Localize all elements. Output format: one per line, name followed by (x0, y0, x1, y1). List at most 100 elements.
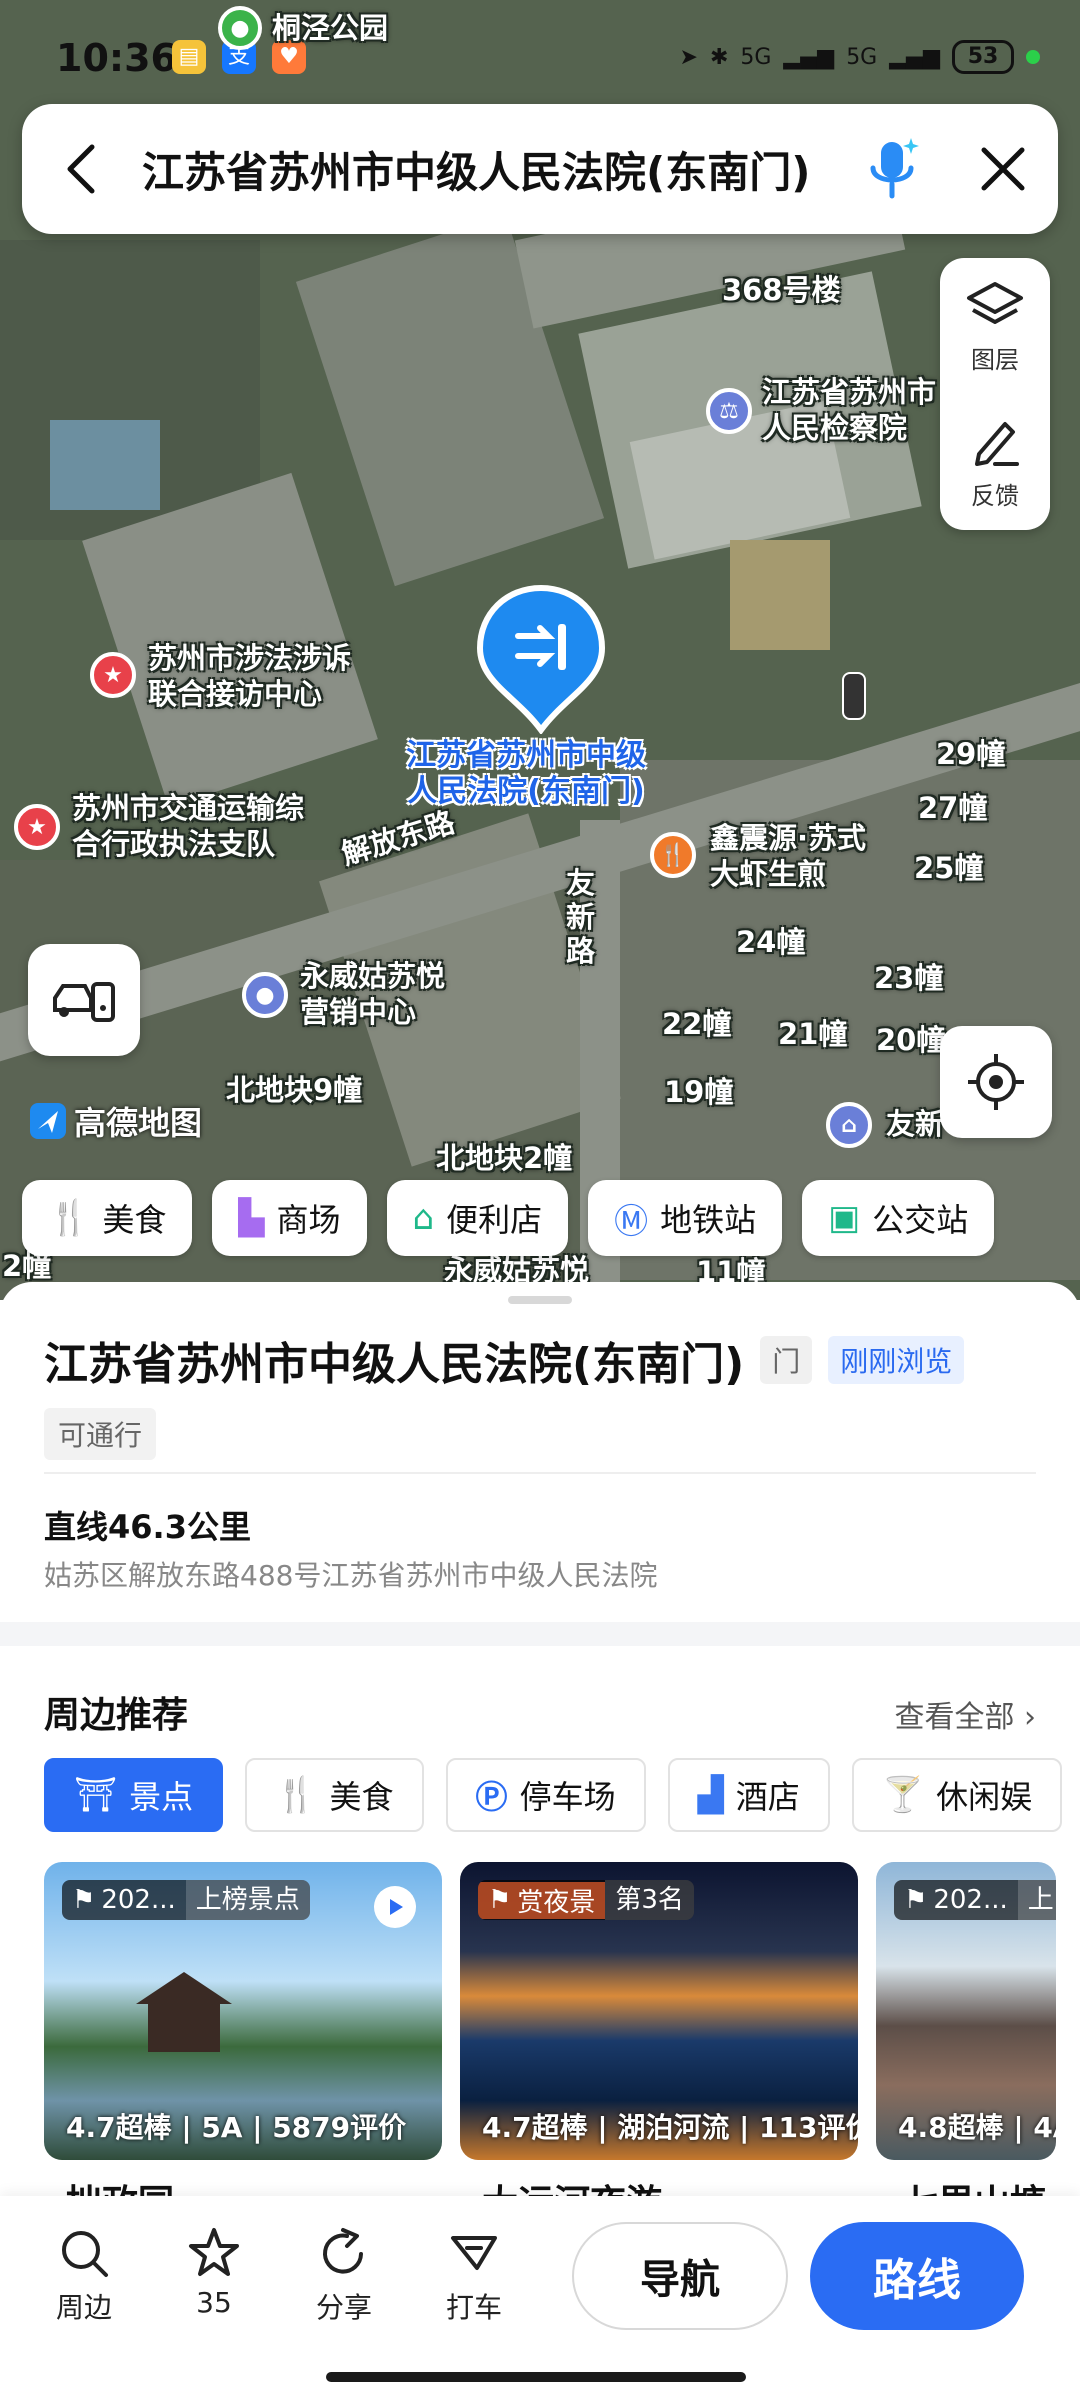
card-badge-a: ⚑ 202... (894, 1885, 1018, 1915)
filter-hotel[interactable]: ▟ 酒店 (667, 1758, 830, 1832)
voice-search-button[interactable] (838, 104, 948, 234)
traffic-button[interactable] (28, 944, 140, 1056)
food-icon: 🍴 (48, 1198, 91, 1238)
youxin-poi-icon[interactable]: ⌂ (826, 1102, 872, 1148)
feedback-button[interactable]: 反馈 (940, 394, 1050, 530)
filter-leisure[interactable]: 🍸 休闲娱 (851, 1758, 1063, 1832)
chip-subway-label: 地铁站 (660, 1201, 757, 1239)
map-label-b27: 27幢 (918, 791, 988, 825)
signal-bars-icon: ▂▄▆ (783, 44, 835, 70)
locate-button[interactable] (940, 1026, 1052, 1138)
section-separator (0, 1622, 1080, 1646)
subway-icon: Ⓜ (614, 1201, 649, 1242)
navigate-button[interactable]: 导航 (572, 2222, 788, 2330)
map-label-youxin-road: 友新路 (566, 866, 596, 968)
taxi-flag-icon (451, 2236, 497, 2270)
route-button[interactable]: 路线 (810, 2222, 1024, 2330)
map-label-procuratorate[interactable]: 江苏省苏州市 人民检察院 (762, 374, 936, 446)
selected-place-marker[interactable] (476, 584, 606, 736)
map-label-restaurant[interactable]: 鑫震源·苏式 大虾生煎 (710, 820, 866, 892)
procuratorate-poi-icon[interactable]: ⚖ (706, 388, 752, 434)
map-label-b23: 23幢 (874, 961, 944, 995)
sheet-drag-handle[interactable] (508, 1296, 572, 1304)
chip-store-label: 便利店 (446, 1201, 543, 1239)
card-badge-a-text: 202... (101, 1885, 176, 1915)
nearby-card[interactable]: ⚑202... 上 4.8超棒 | 4A (876, 1862, 1056, 2160)
map-label-transport[interactable]: 苏州市交通运输综 合行政执法支队 (72, 790, 304, 862)
close-button[interactable] (948, 104, 1058, 234)
status-time: 10:36 (56, 36, 177, 80)
star-icon (189, 2228, 239, 2276)
chevron-right-icon: › (1024, 1700, 1036, 1735)
petition-poi-icon[interactable]: ★ (90, 652, 136, 698)
notes-app-icon: ▤ (172, 40, 206, 74)
card-badge-b: 上榜景点 (185, 1880, 310, 1920)
place-header: 江苏省苏州市中级人民法院(东南门) 门 刚刚浏览 (44, 1328, 965, 1392)
share-button[interactable]: 分享 (294, 2226, 394, 2326)
amap-logo-icon (30, 1103, 66, 1139)
nearby-card[interactable]: ⚑ 赏夜景 第3名 4.7超棒 | 湖泊河流 | 113评价 (460, 1862, 858, 2160)
nearby-nav-button[interactable]: 周边 (34, 2226, 134, 2326)
search-title[interactable]: 江苏省苏州市中级人民法院(东南门) (142, 139, 838, 200)
map-label-yongwei[interactable]: 永威姑苏悦 营销中心 (300, 958, 445, 1030)
share-label: 分享 (315, 2291, 372, 2324)
rank-flag-icon: ⚑ (904, 1885, 928, 1915)
chip-bus[interactable]: ▣ 公交站 (802, 1180, 995, 1256)
transport-poi-icon[interactable]: ★ (14, 804, 60, 850)
taxi-button[interactable]: 打车 (424, 2226, 524, 2326)
map-label-b24: 24幢 (736, 925, 806, 959)
map-label-youxin-partial[interactable]: 友新 (886, 1106, 944, 1142)
filter-food[interactable]: 🍴 美食 (245, 1758, 424, 1832)
leisure-cocktail-icon: 🍸 (881, 1775, 925, 1815)
favorite-button[interactable]: 35 (164, 2226, 264, 2319)
map-label-target[interactable]: 江苏省苏州市中级 人民法院(东南门) (406, 738, 646, 810)
map-pool (50, 420, 160, 510)
feedback-label: 反馈 (971, 481, 1019, 510)
sales-center-poi-icon[interactable]: ● (242, 972, 288, 1018)
search-bar[interactable]: 江苏省苏州市中级人民法院(东南门) (22, 104, 1058, 234)
chip-subway[interactable]: Ⓜ 地铁站 (588, 1180, 783, 1256)
taxi-label: 打车 (445, 2291, 502, 2324)
card-badge-b: 上 (1017, 1880, 1056, 1920)
filter-scenic[interactable]: ⛩ 景点 (44, 1758, 224, 1832)
map-label-b25: 25幢 (914, 851, 984, 885)
filter-scenic-label: 景点 (129, 1778, 194, 1816)
filter-parking[interactable]: Ⓟ 停车场 (445, 1758, 646, 1832)
map-label-petition-center[interactable]: 苏州市涉法涉诉 联合接访中心 (148, 640, 351, 712)
address-text[interactable]: 姑苏区解放东路488号江苏省苏州市中级人民法院 (44, 1554, 657, 1594)
back-arrow-icon (67, 144, 95, 194)
map-label-b20: 20幢 (876, 1023, 946, 1057)
map-block (730, 540, 830, 650)
map-label-park[interactable]: 桐泾公园 (272, 10, 388, 46)
nearby-card[interactable]: ⚑ 202... 上榜景点 4.7超棒 | 5A | 5879评价 (44, 1862, 442, 2160)
chip-mall-label: 商场 (276, 1201, 341, 1239)
chip-food[interactable]: 🍴 美食 (22, 1180, 193, 1256)
traffic-car-icon (53, 982, 115, 1022)
chip-bus-label: 公交站 (872, 1201, 969, 1239)
back-button[interactable] (22, 104, 142, 234)
status-icons: ➤ ✱ 5G ▂▄▆ 5G ▂▄▆ 53 (680, 40, 1040, 74)
park-poi-icon[interactable]: ● (218, 6, 262, 50)
signal-5g-icon: 5G (740, 44, 772, 70)
home-indicator[interactable] (326, 2372, 746, 2382)
view-all-link[interactable]: 查看全部 › (894, 1692, 1036, 1736)
video-play-button[interactable] (374, 1886, 416, 1928)
view-all-label: 查看全部 (894, 1700, 1015, 1735)
filter-food-label: 美食 (329, 1778, 394, 1816)
chip-store[interactable]: ⌂ 便利店 (386, 1180, 569, 1256)
layers-button[interactable]: 图层 (940, 258, 1050, 394)
place-type-tag: 门 (760, 1336, 813, 1384)
bus-icon: ▣ (828, 1198, 861, 1238)
battery-indicator: 53 (952, 40, 1014, 74)
card-rating: 4.8超棒 | 4A (898, 2111, 1056, 2144)
map-label-b19: 19幢 (664, 1075, 734, 1109)
divider (44, 1472, 1036, 1474)
map-tools-panel: 图层 反馈 (940, 258, 1050, 530)
map-label-b21: 21幢 (778, 1017, 848, 1051)
bottom-action-bar: 周边 35 分享 打车 导航 路线 (0, 2196, 1080, 2400)
map-label-368[interactable]: 368号楼 (722, 272, 841, 308)
chip-mall[interactable]: ▙ 商场 (212, 1180, 367, 1256)
passable-tag: 可通行 (44, 1408, 157, 1460)
store-icon: ⌂ (412, 1198, 435, 1238)
restaurant-poi-icon[interactable]: 🍴 (650, 832, 696, 878)
